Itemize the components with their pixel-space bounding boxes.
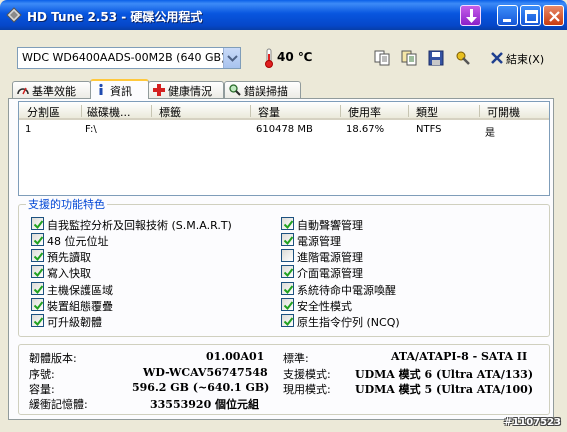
maximize-icon — [525, 10, 538, 23]
chevron-down-icon — [227, 55, 238, 62]
cell-drive: F:\ — [85, 124, 97, 135]
temperature-readout: 40 ℃ — [277, 50, 313, 64]
feature-label: 可升級韌體 — [47, 316, 102, 329]
window-title: HD Tune 2.53 - 硬碟公用程式 — [27, 10, 203, 24]
health-cross-icon — [153, 84, 165, 96]
checkbox-checked-icon[interactable] — [281, 217, 294, 230]
supported-features-title: 支援的功能特色 — [26, 196, 107, 212]
checkbox-checked-icon[interactable] — [31, 298, 44, 311]
close-icon — [549, 11, 560, 22]
tab-benchmark[interactable]: 基準效能 — [12, 81, 91, 98]
feature-label: 進階電源管理 — [297, 251, 363, 264]
thermometer-icon — [265, 48, 273, 68]
feature-label: 安全性模式 — [297, 300, 352, 313]
feature-label: 原生指令佇列 (NCQ) — [297, 316, 400, 329]
current-mode-value: UDMA 模式 5 (Ultra ATA/100) — [355, 383, 534, 396]
speedometer-icon — [17, 87, 29, 95]
checkbox-checked-icon[interactable] — [31, 249, 44, 262]
magnifier-icon — [229, 84, 241, 96]
feature-label: 自動聲響管理 — [297, 219, 363, 232]
tab-health[interactable]: 健康情況 — [148, 81, 224, 98]
download-arrow-icon — [466, 9, 477, 23]
watermark: #1107523 — [503, 417, 561, 428]
checkbox-checked-icon[interactable] — [281, 265, 294, 278]
standard-value: ATA/ATAPI-8 - SATA II — [391, 350, 528, 363]
maximize-button[interactable] — [520, 5, 541, 26]
firmware-value: 01.00A01 — [206, 350, 265, 363]
tab-info[interactable]: 資訊 — [90, 79, 149, 99]
minimize-icon — [503, 19, 511, 22]
copy-icon[interactable] — [374, 50, 390, 66]
column-header-usage[interactable]: 使用率 — [348, 104, 381, 120]
save-icon[interactable] — [428, 50, 444, 66]
exit-button-label: 結束(X) — [506, 53, 545, 66]
tab-health-label: 健康情況 — [168, 85, 212, 98]
cell-capacity: 610478 MB — [256, 124, 313, 135]
checkbox-empty-icon[interactable] — [281, 249, 294, 262]
feature-label: 介面電源管理 — [297, 267, 363, 280]
cell-partition: 1 — [25, 124, 32, 135]
title-bar[interactable]: HD Tune 2.53 - 硬碟公用程式 — [0, 0, 567, 30]
update-download-button[interactable] — [460, 5, 481, 26]
feature-label: 寫入快取 — [47, 267, 91, 280]
checkbox-checked-icon[interactable] — [281, 233, 294, 246]
minimize-button[interactable] — [497, 5, 518, 26]
buffer-value: 33553920 個位元組 — [150, 398, 260, 411]
feature-label: 主機保護區域 — [47, 284, 113, 297]
exit-x-icon — [491, 52, 503, 64]
drive-select-dropdown[interactable]: WDC WD6400AADS-00M2B (640 GB) — [17, 47, 241, 69]
feature-label: 電源管理 — [297, 235, 341, 248]
column-header-drive[interactable]: 磁碟機... — [87, 104, 131, 120]
drive-select-value: WDC WD6400AADS-00M2B (640 GB) — [22, 51, 226, 64]
cell-bootable: 是 — [485, 128, 495, 139]
partition-list[interactable]: 分割區 磁碟機... 標籤 容量 使用率 類型 可開機 1 F:\ 610478… — [18, 101, 550, 196]
hdtune-app-icon — [6, 7, 22, 23]
feature-label: 預先讀取 — [47, 251, 91, 264]
column-header-capacity[interactable]: 容量 — [258, 104, 280, 120]
feature-label: 自我監控分析及回報技術 (S.M.A.R.T) — [47, 219, 232, 232]
tab-info-label: 資訊 — [110, 85, 132, 98]
feature-label: 48 位元位址 — [47, 235, 109, 248]
cell-usage: 18.67% — [346, 124, 385, 135]
tab-error-scan-label: 錯誤掃描 — [244, 85, 288, 98]
column-header-bootable[interactable]: 可開機 — [487, 104, 520, 120]
close-button[interactable] — [543, 5, 564, 26]
capacity-label: 容量: — [29, 383, 55, 396]
checkbox-checked-icon[interactable] — [31, 233, 44, 246]
column-header-type[interactable]: 類型 — [416, 104, 438, 120]
firmware-label: 韌體版本: — [29, 352, 77, 365]
supported-mode-value: UDMA 模式 6 (Ultra ATA/133) — [355, 368, 534, 381]
checkbox-checked-icon[interactable] — [31, 217, 44, 230]
current-mode-label: 現用模式: — [283, 383, 331, 396]
cell-type: NTFS — [416, 124, 442, 135]
checkbox-checked-icon[interactable] — [281, 314, 294, 327]
info-icon — [99, 83, 103, 95]
tab-benchmark-label: 基準效能 — [32, 85, 76, 98]
standard-label: 標準: — [283, 352, 309, 365]
copy-all-icon[interactable] — [401, 50, 417, 66]
tab-error-scan[interactable]: 錯誤掃描 — [224, 81, 301, 98]
checkbox-checked-icon[interactable] — [281, 298, 294, 311]
checkbox-checked-icon[interactable] — [281, 282, 294, 295]
serial-value: WD-WCAV56747548 — [143, 366, 268, 379]
column-header-partition[interactable]: 分割區 — [27, 104, 60, 120]
dropdown-arrow-button[interactable] — [223, 48, 240, 68]
partition-list-header: 分割區 磁碟機... 標籤 容量 使用率 類型 可開機 — [19, 102, 549, 120]
exit-button[interactable]: 結束(X) — [488, 48, 553, 68]
feature-label: 裝置組態覆疊 — [47, 300, 113, 313]
supported-mode-label: 支援模式: — [283, 368, 331, 381]
checkbox-checked-icon[interactable] — [31, 265, 44, 278]
capacity-value: 596.2 GB (~640.1 GB) — [132, 381, 270, 394]
serial-label: 序號: — [29, 368, 55, 381]
checkbox-checked-icon[interactable] — [31, 282, 44, 295]
buffer-label: 緩衝記憶體: — [29, 398, 88, 411]
options-icon[interactable] — [455, 50, 471, 66]
checkbox-checked-icon[interactable] — [31, 314, 44, 327]
feature-label: 系統待命中電源喚醒 — [297, 284, 396, 297]
column-header-label[interactable]: 標籤 — [159, 104, 181, 120]
